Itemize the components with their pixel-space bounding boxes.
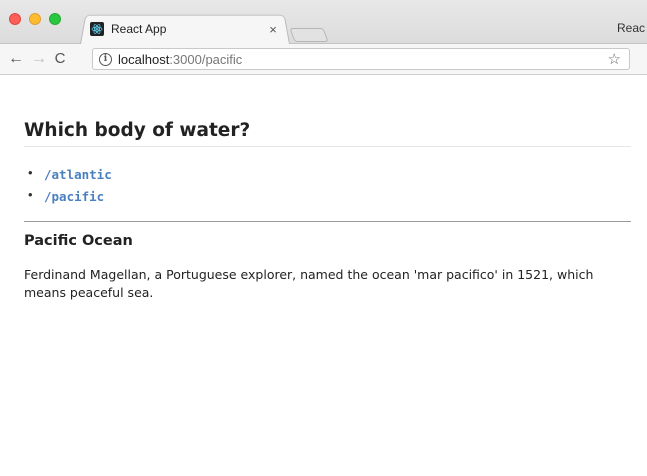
- maximize-window-button[interactable]: [49, 13, 61, 25]
- minimize-window-button[interactable]: [29, 13, 41, 25]
- reload-icon[interactable]: C: [50, 48, 70, 70]
- pacific-link[interactable]: /pacific: [44, 189, 104, 204]
- browser-window: React App × Reac ← → C i localhost:3000/…: [0, 0, 647, 476]
- url-host: localhost: [118, 51, 170, 67]
- page-title: Which body of water?: [24, 120, 251, 141]
- browser-tab-content[interactable]: React App ×: [88, 18, 288, 40]
- atlantic-link[interactable]: /atlantic: [44, 167, 112, 182]
- back-arrow-icon[interactable]: ←: [6, 48, 26, 70]
- react-logo-icon: [90, 22, 104, 36]
- ocean-link-list: /atlantic /pacific: [28, 165, 112, 210]
- tab-title: React App: [111, 22, 167, 36]
- url-path: :3000/pacific: [169, 51, 243, 67]
- forward-arrow-icon[interactable]: →: [29, 48, 49, 70]
- ocean-description: Ferdinand Magellan, a Portuguese explore…: [24, 267, 594, 300]
- close-window-button[interactable]: [9, 13, 21, 25]
- profile-label[interactable]: Reac: [617, 21, 645, 35]
- browser-toolbar: ← → C i localhost:3000/pacific ☆ ⋮: [0, 44, 647, 75]
- section-divider: [24, 221, 631, 222]
- address-bar[interactable]: i localhost:3000/pacific ☆: [92, 48, 630, 70]
- tab-close-icon[interactable]: ×: [264, 22, 282, 37]
- title-bar: React App × Reac: [0, 0, 647, 44]
- list-item: /pacific: [28, 187, 112, 210]
- page-content: Which body of water? /atlantic /pacific …: [0, 76, 647, 476]
- new-tab-button[interactable]: [289, 28, 329, 42]
- menu-icon[interactable]: ⋮: [642, 48, 647, 65]
- list-item: /atlantic: [28, 165, 112, 188]
- title-divider: [24, 146, 631, 147]
- ocean-heading: Pacific Ocean: [24, 233, 133, 249]
- bookmark-star-icon[interactable]: ☆: [608, 50, 621, 68]
- info-icon[interactable]: i: [99, 52, 112, 66]
